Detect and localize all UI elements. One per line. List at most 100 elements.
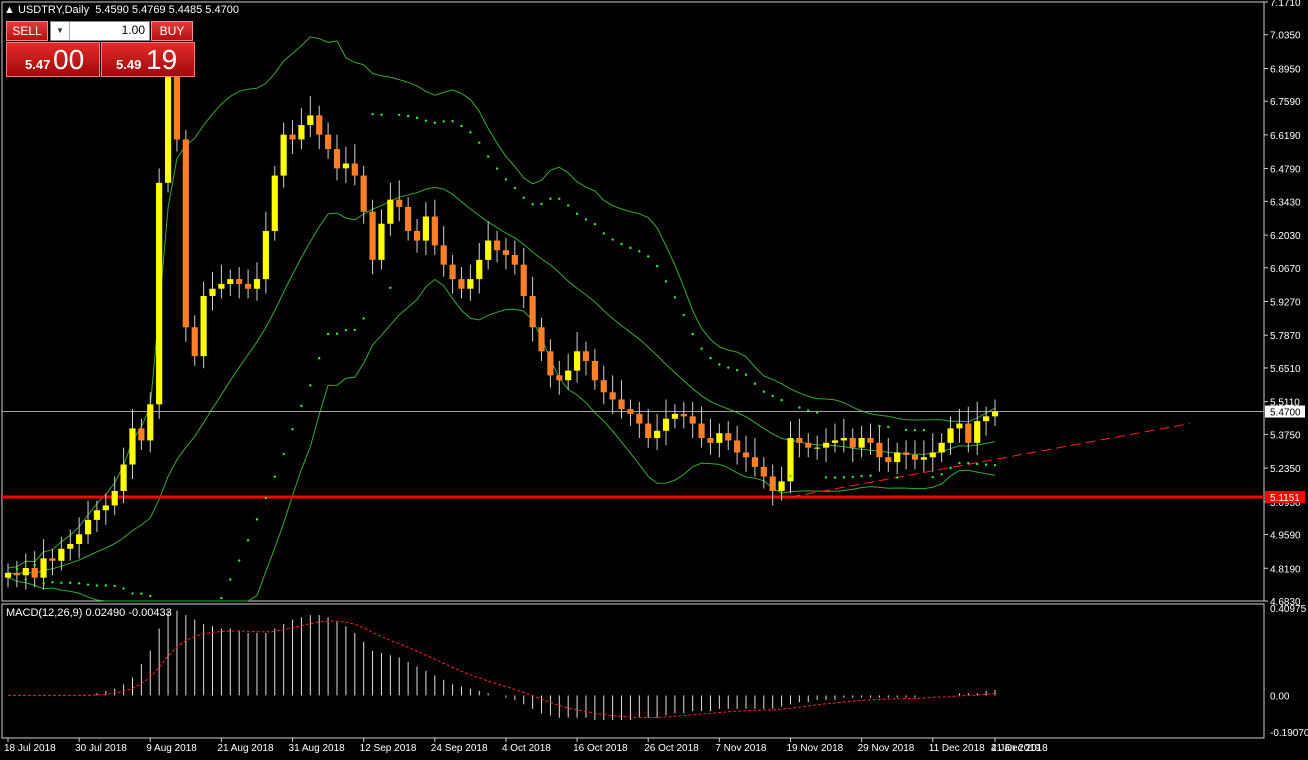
parabolic-sar-dot [798, 406, 801, 409]
date-tick-label: 18 Jul 2018 [4, 743, 56, 754]
candle-body [618, 399, 625, 410]
candle-body [253, 279, 261, 289]
candle-body [502, 250, 510, 256]
candle-body [920, 457, 927, 460]
ohlc-values: 5.4590 5.4769 5.4485 5.4700 [95, 4, 239, 16]
price-tick-label: 6.8950 [1270, 64, 1301, 75]
support-price-label: 5.1151 [1270, 493, 1300, 504]
candle-body [965, 423, 972, 443]
parabolic-sar-dot [558, 197, 561, 200]
date-tick-label: 29 Nov 2018 [858, 743, 915, 754]
candle-body [182, 139, 189, 328]
trend-line [790, 423, 1191, 498]
candle-body [556, 375, 563, 381]
macd-signal-line [8, 620, 996, 719]
parabolic-sar-dot [566, 204, 570, 207]
price-tick-label: 4.9590 [1270, 531, 1301, 542]
sell-button[interactable]: SELL [6, 21, 48, 41]
parabolic-sar-dot [673, 296, 677, 299]
parabolic-sar-dot [300, 404, 303, 408]
price-tick-label: 5.2350 [1270, 464, 1301, 475]
parabolic-sar-dot [273, 475, 276, 478]
parabolic-sar-dot [282, 452, 285, 456]
candle-body [191, 327, 198, 357]
candle-body [342, 163, 349, 169]
candle-body [956, 423, 963, 429]
candle-body [974, 421, 981, 443]
candle-body [840, 438, 847, 441]
parabolic-sar-dot [958, 461, 961, 465]
date-tick-label: 19 Nov 2018 [786, 743, 843, 754]
candle-body [751, 457, 759, 467]
parabolic-sar-dot [949, 466, 952, 470]
parabolic-sar-dot [318, 357, 321, 360]
candle-body [458, 279, 465, 289]
candle-body [289, 134, 296, 140]
parabolic-sar-dot [709, 356, 712, 360]
candle-body [218, 283, 225, 289]
parabolic-sar-dot [460, 124, 463, 128]
candle-body [600, 380, 607, 393]
candle-body [716, 433, 723, 443]
candle-body [227, 279, 234, 284]
candle-body [938, 442, 945, 453]
candle-body [271, 175, 278, 231]
parabolic-sar-dot [851, 475, 854, 479]
parabolic-sar-dot [433, 121, 437, 125]
parabolic-sar-dot [584, 218, 588, 221]
price-tick-label: 7.1710 [1270, 0, 1301, 9]
candle-body [449, 264, 456, 280]
chart-canvas[interactable]: 7.1710 7.0350 6.8950 6.7590 6.6190 6.4790 6.34… [0, 0, 1308, 760]
parabolic-sar-dot [976, 462, 979, 466]
lot-size-field[interactable]: ▼ 1.00 [50, 21, 150, 41]
sell-price-button[interactable]: 5.47 00 [6, 42, 100, 77]
date-tick-label: 24 Sep 2018 [431, 743, 488, 754]
lot-dropdown-arrow-icon[interactable]: ▼ [51, 22, 70, 40]
parabolic-sar-dot [229, 578, 232, 581]
parabolic-sar-dot [149, 594, 152, 598]
collapse-triangle-icon[interactable]: ▲ [4, 4, 18, 16]
parabolic-sar-dot [513, 186, 517, 190]
chart-header: ▲ USDTRY,Daily 5.4590 5.4769 5.4485 5.47… [4, 4, 239, 16]
candle-body [911, 454, 919, 460]
candle-body [22, 568, 29, 576]
parabolic-sar-dot [380, 113, 383, 116]
buy-price-button[interactable]: 5.49 19 [101, 42, 195, 77]
date-tick-label: 30 Jul 2018 [75, 743, 127, 754]
parabolic-sar-dot [664, 280, 668, 283]
parabolic-sar-dot [655, 264, 659, 268]
parabolic-sar-dot [51, 581, 54, 584]
candle-body [538, 327, 545, 352]
candle-body [609, 392, 616, 400]
price-tick-label: 7.0350 [1270, 31, 1301, 42]
candle-body [200, 295, 207, 357]
parabolic-sar-dot [24, 578, 27, 581]
date-tick-label: 4 Oct 2018 [502, 743, 551, 754]
candle-body [769, 476, 776, 491]
candle-body [698, 423, 705, 439]
parabolic-sar-dot [237, 559, 241, 562]
candle-body [93, 510, 101, 520]
parabolic-sar-dot [104, 584, 108, 587]
parabolic-sar-dot [860, 474, 863, 478]
parabolic-sar-dot [780, 398, 783, 402]
parabolic-sar-dot [42, 582, 45, 585]
sell-price-pips: 00 [53, 44, 85, 75]
buy-button[interactable]: BUY [151, 21, 193, 41]
candle-body [591, 360, 598, 381]
parabolic-sar-dot [424, 119, 428, 122]
candle-body [796, 438, 803, 443]
candle-body [431, 216, 438, 246]
parabolic-sar-dot [611, 238, 614, 241]
date-tick-label: 12 Sep 2018 [360, 743, 417, 754]
candle-body [147, 404, 154, 441]
parabolic-sar-dot [371, 112, 374, 116]
bollinger-lower-band [7, 278, 996, 602]
parabolic-sar-dot [309, 384, 312, 387]
candle-body [814, 447, 821, 449]
candle-body [573, 351, 581, 371]
parabolic-sar-dot [940, 473, 943, 476]
candle-body [947, 428, 954, 443]
date-tick-label: 9 Aug 2018 [146, 743, 197, 754]
candle-body [476, 259, 483, 280]
